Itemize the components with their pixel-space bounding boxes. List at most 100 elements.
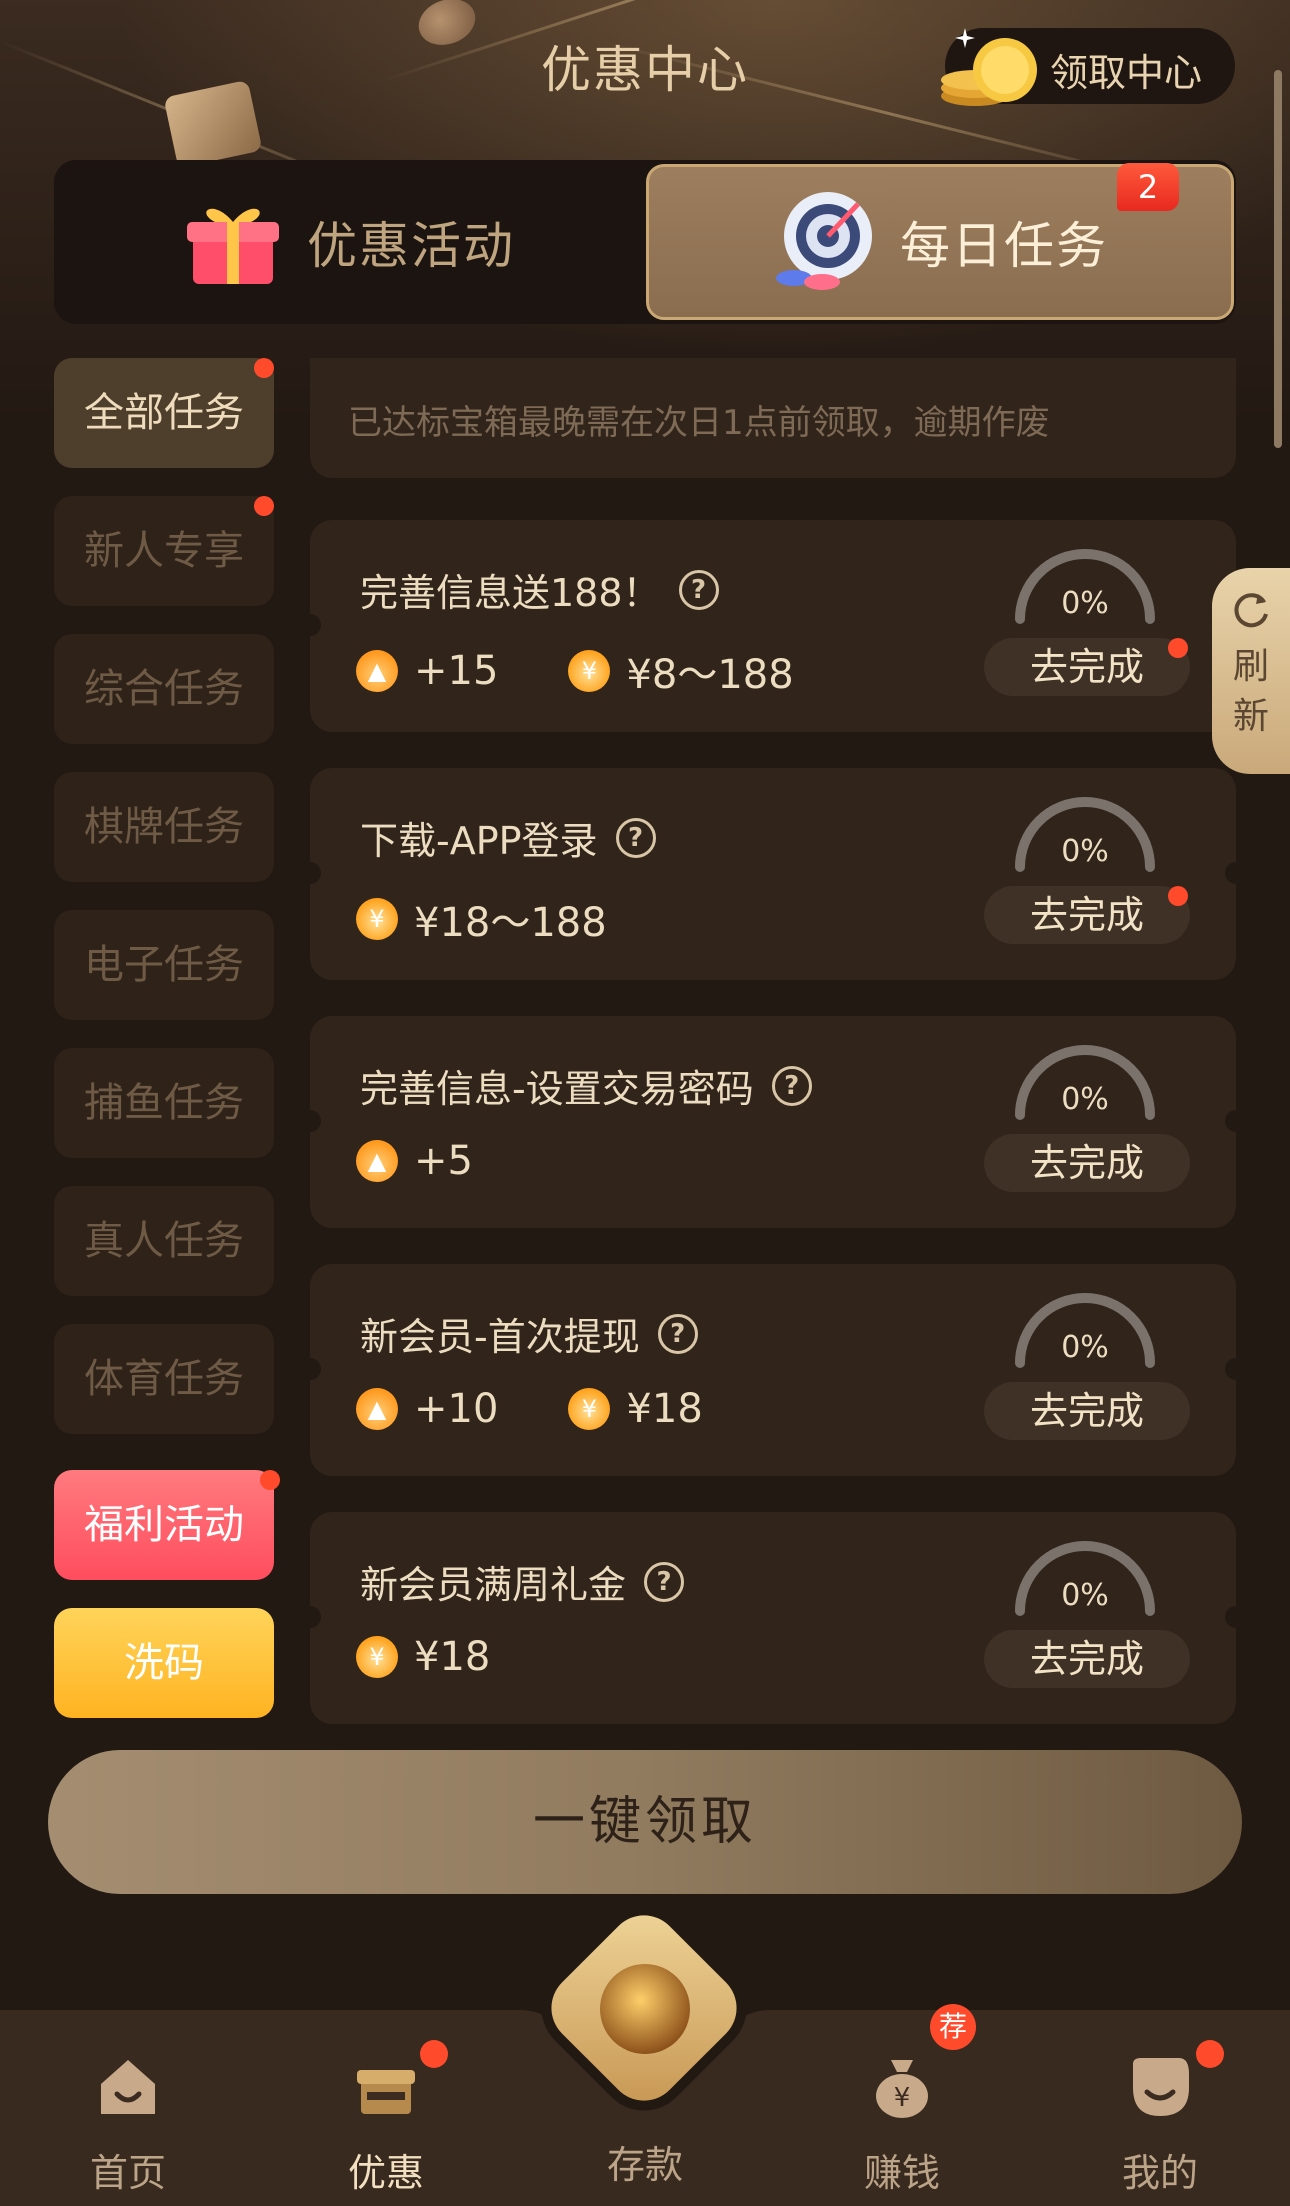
sidebar-item-sports[interactable]: 体育任务 [54,1324,274,1434]
gift-box-icon [187,208,279,284]
money-bag-icon: ¥ [568,650,611,692]
sidebar-all-dot [254,358,274,378]
refresh-label-2: 新 [1232,696,1269,737]
go-complete-button[interactable]: 去完成 [984,1134,1190,1192]
sidebar-item-all-tasks[interactable]: 全部任务 [54,358,274,468]
money-reward: ¥8～188 [626,652,794,698]
notice-banner: 已达标宝箱最晚需在次日1点前领取，逾期作废 [310,358,1236,478]
tab-deposit-label: 存款 [606,2143,683,2187]
claim-center-label: 领取中心 [1050,51,1203,95]
category-tabs: 优惠活动 每日任务 2 [54,160,1236,324]
tab-promotions[interactable]: 优惠活动 [54,160,644,324]
refresh-icon [1234,593,1268,628]
task-card: 完善信息-设置交易密码 ? ▲ +5 0% 去完成 [299,1016,1247,1228]
tab-promo[interactable]: 优惠 [306,2054,466,2197]
tab-daily-tasks-label: 每日任务 [900,217,1108,275]
task-card: 完善信息送188！ ? ▲ +15 ¥ ¥8～188 0% 去完成 [299,520,1247,732]
task-card: 新会员满周礼金 ? ¥ ¥18 0% 去完成 [299,1512,1247,1724]
task-title: 新会员满周礼金 [360,1563,627,1607]
chip-icon [600,1964,690,2054]
scrollbar[interactable] [1274,70,1282,448]
task-card: 下载-APP登录 ? ¥ ¥18～188 0% 去完成 [299,768,1247,980]
profile-icon [1133,2058,1189,2116]
money-bag-tab-icon: ¥ [876,2060,928,2118]
claim-all-button[interactable]: 一键领取 [48,1750,1242,1894]
tab-mine-label: 我的 [1121,2151,1198,2195]
help-icon[interactable]: ? [657,1313,698,1354]
tab-mine-dot [1196,2040,1224,2068]
svg-text:¥: ¥ [894,2083,911,2113]
tab-promo-dot [420,2040,448,2068]
task-rewards: ▲ +10 ¥ ¥18 [356,1386,773,1432]
sidebar-newcomer-dot [254,496,274,516]
task-go-dot [1168,638,1188,658]
tab-earn-badge: 荐 [930,2004,976,2050]
money-reward: ¥18～188 [414,900,607,946]
sidebar-item-newcomer[interactable]: 新人专享 [54,496,274,606]
tab-mine[interactable]: 我的 [1080,2054,1240,2197]
task-rewards: ¥ ¥18 [356,1634,560,1680]
go-complete-button[interactable]: 去完成 [984,1382,1190,1440]
sidebar-welfare-dot [260,1470,280,1490]
help-icon[interactable]: ? [644,1561,685,1602]
task-title-row: 完善信息送188！ ? [360,562,719,617]
tab-home-label: 首页 [89,2151,166,2195]
task-card: 新会员-首次提现 ? ▲ +10 ¥ ¥18 0% 去完成 [299,1264,1247,1476]
fire-reward: +10 [414,1386,499,1432]
sidebar-item-live[interactable]: 真人任务 [54,1186,274,1296]
task-progress: 0% [1061,1578,1109,1613]
fire-icon: ▲ [356,1388,398,1430]
money-bag-icon: ¥ [356,898,398,940]
task-progress: 0% [1061,834,1109,869]
task-rewards: ▲ +5 [356,1138,543,1184]
go-complete-button[interactable]: 去完成 [984,1630,1190,1688]
task-title: 下载-APP登录 [360,819,598,863]
task-title-row: 新会员-首次提现 ? [360,1306,698,1361]
coin-stack-icon [941,28,1037,106]
task-title-row: 新会员满周礼金 ? [360,1554,685,1609]
fire-icon: ▲ [356,650,398,692]
gift-icon [357,2070,415,2114]
claim-center-button[interactable]: 领取中心 [941,28,1235,106]
task-go-dot [1168,886,1188,906]
help-icon[interactable]: ? [771,1065,812,1106]
sidebar-item-fishing[interactable]: 捕鱼任务 [54,1048,274,1158]
task-title: 完善信息-设置交易密码 [360,1067,754,1111]
target-icon [776,192,872,290]
help-icon[interactable]: ? [678,569,719,610]
help-icon[interactable]: ? [615,817,656,858]
go-complete-button[interactable]: 去完成 [984,638,1190,696]
money-bag-icon: ¥ [568,1388,611,1430]
task-progress: 0% [1061,586,1109,621]
tab-home[interactable]: 首页 [48,2054,208,2197]
sidebar-item-card-games[interactable]: 棋牌任务 [54,772,274,882]
money-bag-icon: ¥ [356,1636,398,1678]
fire-icon: ▲ [356,1140,398,1182]
sidebar-item-wash-code[interactable]: 洗码 [54,1608,274,1718]
refresh-button[interactable]: 刷 新 [1212,568,1290,774]
task-progress: 0% [1061,1082,1109,1117]
tab-promotions-label: 优惠活动 [307,217,515,275]
tab-deposit[interactable]: 存款 [565,2112,725,2189]
money-reward: ¥18 [414,1634,491,1680]
sidebar-item-electronic[interactable]: 电子任务 [54,910,274,1020]
sidebar-item-general[interactable]: 综合任务 [54,634,274,744]
task-title: 新会员-首次提现 [360,1315,640,1359]
tab-daily-tasks[interactable]: 每日任务 2 [646,163,1234,320]
sidebar-item-welfare[interactable]: 福利活动 [54,1470,274,1580]
task-title-row: 下载-APP登录 ? [360,810,656,865]
home-icon [101,2060,155,2114]
money-reward: ¥18 [626,1386,703,1432]
tab-earn-label: 赚钱 [863,2151,940,2195]
task-title-row: 完善信息-设置交易密码 ? [360,1058,812,1113]
tab-earn[interactable]: ¥ 赚钱 [822,2054,982,2197]
task-rewards: ¥ ¥18～188 [356,890,677,948]
tab-promo-label: 优惠 [347,2151,424,2195]
tab-daily-badge: 2 [1117,163,1179,211]
fire-reward: +5 [414,1138,473,1184]
task-title: 完善信息送188！ [360,571,661,615]
go-complete-button[interactable]: 去完成 [984,886,1190,944]
task-progress: 0% [1061,1330,1109,1365]
task-rewards: ▲ +15 ¥ ¥8～188 [356,642,864,700]
refresh-label-1: 刷 [1232,646,1269,687]
